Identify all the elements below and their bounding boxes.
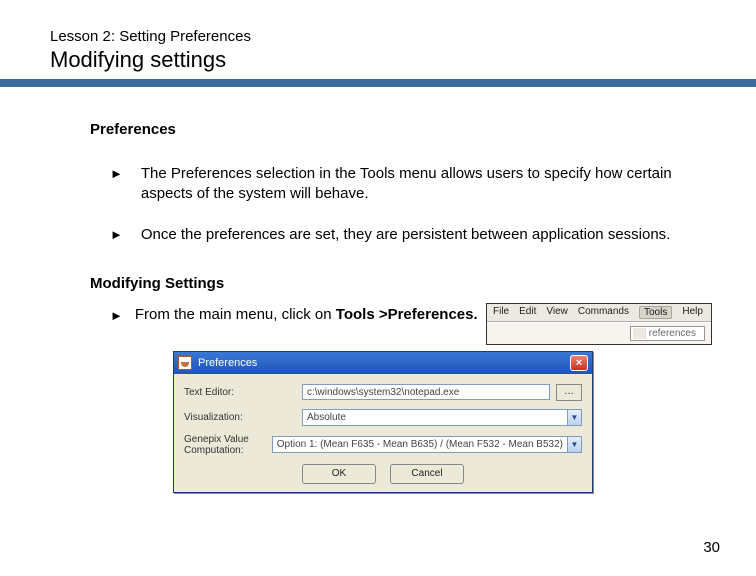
- preferences-dialog: Preferences × Text Editor: c:\windows\sy…: [173, 351, 593, 493]
- visualization-combo[interactable]: Absolute ▼: [302, 409, 582, 426]
- bullet-item: ► Once the preferences are set, they are…: [110, 225, 696, 245]
- label-text-editor: Text Editor:: [184, 387, 302, 398]
- close-icon[interactable]: ×: [570, 355, 588, 371]
- menu-help[interactable]: Help: [682, 306, 703, 319]
- page-title: Modifying settings: [50, 47, 716, 73]
- genepix-value: Option 1: (Mean F635 - Mean B635) / (Mea…: [273, 437, 567, 452]
- bullet-item: ► The Preferences selection in the Tools…: [110, 164, 696, 203]
- ok-button[interactable]: OK: [302, 464, 376, 484]
- step-text: From the main menu, click on Tools >Pref…: [135, 306, 478, 323]
- submenu-preferences[interactable]: references: [630, 326, 705, 341]
- cancel-button[interactable]: Cancel: [390, 464, 464, 484]
- genepix-combo[interactable]: Option 1: (Mean F635 - Mean B635) / (Mea…: [272, 436, 582, 453]
- menu-commands[interactable]: Commands: [578, 306, 629, 319]
- dialog-titlebar: Preferences ×: [174, 352, 592, 374]
- menu-file[interactable]: File: [493, 306, 509, 319]
- chevron-down-icon[interactable]: ▼: [567, 437, 581, 452]
- section-preferences-heading: Preferences: [90, 121, 716, 138]
- title-rule: [0, 79, 756, 87]
- label-visualization: Visualization:: [184, 412, 302, 423]
- java-icon: [178, 356, 192, 370]
- label-genepix: Genepix Value Computation:: [184, 434, 272, 456]
- menubar-screenshot: File Edit View Commands Tools Help refer…: [486, 303, 712, 345]
- page-number: 30: [703, 539, 720, 556]
- browse-button[interactable]: …: [556, 384, 582, 401]
- bullet-arrow-icon: ►: [110, 227, 123, 244]
- text-editor-field[interactable]: c:\windows\system32\notepad.exe: [302, 384, 550, 400]
- bullet-arrow-icon: ►: [110, 308, 123, 323]
- bullet-text: Once the preferences are set, they are p…: [141, 225, 670, 245]
- bullet-text: The Preferences selection in the Tools m…: [141, 164, 696, 203]
- visualization-value: Absolute: [303, 410, 567, 425]
- lesson-label: Lesson 2: Setting Preferences: [50, 28, 716, 45]
- menu-view[interactable]: View: [546, 306, 568, 319]
- section-modifying-heading: Modifying Settings: [90, 275, 716, 292]
- menu-tools[interactable]: Tools: [639, 306, 672, 319]
- menubar: File Edit View Commands Tools Help: [487, 304, 711, 322]
- submenu: references: [487, 322, 711, 344]
- bullet-arrow-icon: ►: [110, 166, 123, 183]
- menu-edit[interactable]: Edit: [519, 306, 536, 319]
- chevron-down-icon[interactable]: ▼: [567, 410, 581, 425]
- dialog-title: Preferences: [198, 357, 257, 369]
